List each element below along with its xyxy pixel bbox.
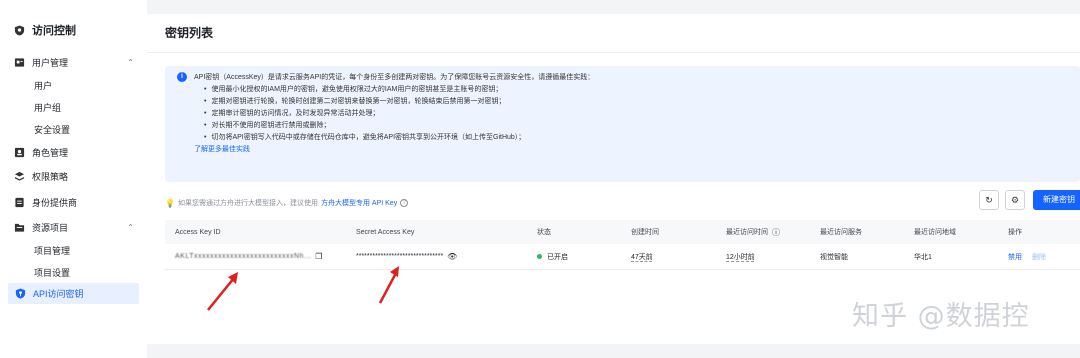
arrow-2 [378,266,399,304]
arrow-1 [207,272,238,311]
watermark: 知乎 @数据控 [852,301,1030,332]
